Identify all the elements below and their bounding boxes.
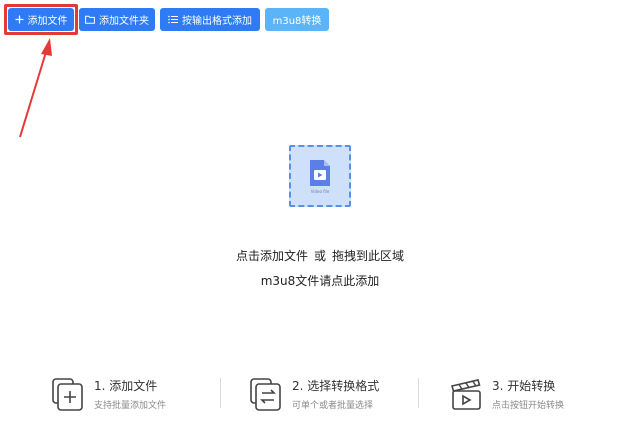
m3u8-convert-button[interactable]: m3u8转换 (265, 8, 329, 31)
drop-hint: 点击添加文件或拖拽到此区域 (0, 247, 640, 264)
add-by-format-button[interactable]: 按输出格式添加 (160, 8, 260, 31)
add-file-icon (50, 376, 86, 412)
step-1-subtitle: 支持批量添加文件 (94, 401, 167, 411)
add-folder-button[interactable]: 添加文件夹 (79, 8, 155, 31)
plus-icon (15, 15, 24, 24)
clapperboard-icon (448, 376, 484, 412)
list-icon (168, 15, 178, 24)
convert-format-icon (248, 376, 284, 412)
annotation-arrow (19, 38, 52, 138)
video-file-caption: Video file (310, 188, 330, 194)
step-select-format: 2. 选择转换格式 可单个或者批量选择 (248, 373, 379, 415)
add-file-button[interactable]: 添加文件 (8, 8, 74, 31)
add-folder-label: 添加文件夹 (99, 16, 149, 27)
video-file-icon (308, 159, 332, 187)
step-1-title: 1. 添加文件 (94, 379, 158, 393)
step-add-files: 1. 添加文件 支持批量添加文件 (50, 373, 166, 415)
drop-zone[interactable]: Video file (289, 145, 351, 207)
toolbar: 添加文件 添加文件夹 按输出格式添加 m3u8转换 (8, 8, 329, 31)
folder-icon (85, 15, 95, 24)
m3u8-hint[interactable]: m3u8文件请点此添加 (0, 272, 640, 289)
m3u8-convert-label: m3u8转换 (272, 16, 322, 27)
step-2-title: 2. 选择转换格式 (292, 379, 380, 393)
step-3-subtitle: 点击按钮开始转换 (492, 401, 565, 411)
hint-drag: 拖拽到此区域 (332, 249, 405, 263)
step-2-subtitle: 可单个或者批量选择 (292, 401, 374, 411)
steps-bar: 1. 添加文件 支持批量添加文件 2. 选择转换格式 可单个或者批量选择 3. … (0, 373, 640, 415)
add-file-label: 添加文件 (27, 16, 68, 27)
click-add-link[interactable]: 点击添加文件 (236, 249, 308, 263)
divider (220, 378, 221, 408)
add-by-format-label: 按输出格式添加 (182, 16, 252, 27)
hint-or: 或 (313, 249, 326, 263)
divider (418, 378, 419, 408)
step-start-convert: 3. 开始转换 点击按钮开始转换 (448, 373, 564, 415)
step-3-title: 3. 开始转换 (492, 379, 556, 393)
